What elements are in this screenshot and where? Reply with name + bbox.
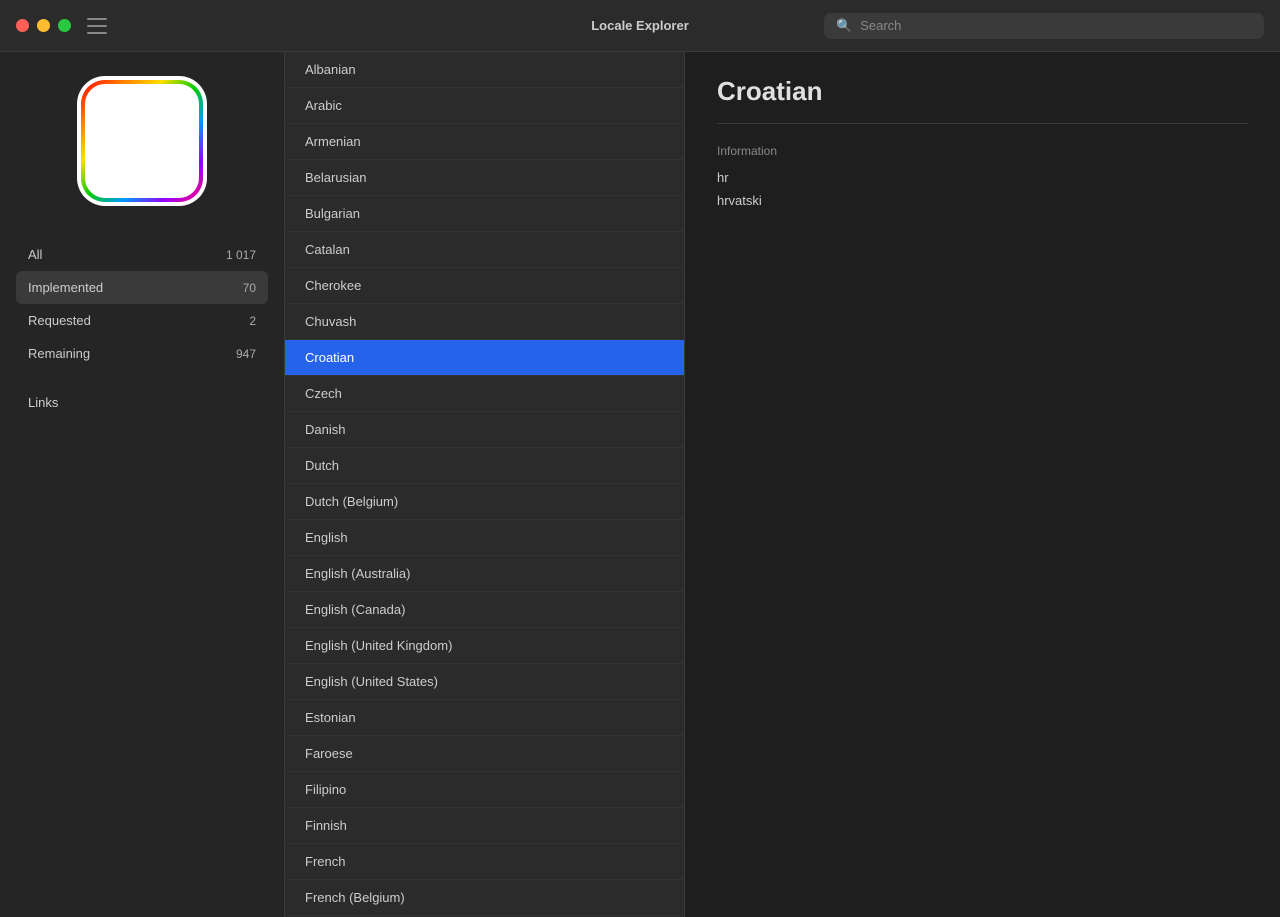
main-layout: A All 1 017 Implemented 70 Requested 2 R…	[0, 0, 1280, 917]
list-item[interactable]: Filipino	[285, 772, 684, 808]
app-title: Locale Explorer	[591, 18, 689, 33]
app-icon-inner: A	[81, 80, 203, 202]
search-container: 🔍	[824, 13, 1264, 39]
list-item[interactable]: English (United Kingdom)	[285, 628, 684, 664]
detail-section-label: Information	[717, 144, 1248, 158]
sidebar-item-all[interactable]: All 1 017	[16, 238, 268, 271]
search-input[interactable]	[860, 18, 1252, 33]
app-icon-ring	[81, 80, 203, 202]
list-item[interactable]: English	[285, 520, 684, 556]
app-icon: A	[77, 76, 207, 206]
list-item[interactable]: Estonian	[285, 700, 684, 736]
list-item[interactable]: Dutch	[285, 448, 684, 484]
maximize-button[interactable]	[58, 19, 71, 32]
list-item[interactable]: Arabic	[285, 88, 684, 124]
list-item[interactable]: Albanian	[285, 52, 684, 88]
list-item[interactable]: English (Australia)	[285, 556, 684, 592]
detail-divider	[717, 123, 1248, 124]
sidebar-item-remaining[interactable]: Remaining 947	[16, 337, 268, 370]
sidebar-item-requested[interactable]: Requested 2	[16, 304, 268, 337]
sidebar-toggle-button[interactable]	[87, 18, 107, 34]
list-item[interactable]: Catalan	[285, 232, 684, 268]
list-item[interactable]: French	[285, 844, 684, 880]
detail-code: hr	[717, 170, 1248, 185]
search-icon: 🔍	[836, 18, 852, 34]
list-item[interactable]: Belarusian	[285, 160, 684, 196]
list-item[interactable]: Chuvash	[285, 304, 684, 340]
list-item[interactable]: Croatian	[285, 340, 684, 376]
traffic-lights	[16, 19, 71, 32]
detail-title: Croatian	[717, 76, 1248, 107]
minimize-button[interactable]	[37, 19, 50, 32]
detail-panel: Croatian Information hr hrvatski	[685, 52, 1280, 917]
close-button[interactable]	[16, 19, 29, 32]
list-item[interactable]: Cherokee	[285, 268, 684, 304]
titlebar: Locale Explorer 🔍	[0, 0, 1280, 52]
list-item[interactable]: Danish	[285, 412, 684, 448]
list-item[interactable]: Armenian	[285, 124, 684, 160]
sidebar-stats: All 1 017 Implemented 70 Requested 2 Rem…	[0, 238, 284, 370]
list-item[interactable]: French (Belgium)	[285, 880, 684, 916]
list-item[interactable]: Dutch (Belgium)	[285, 484, 684, 520]
sidebar: A All 1 017 Implemented 70 Requested 2 R…	[0, 52, 285, 917]
detail-native-name: hrvatski	[717, 193, 1248, 208]
list-item[interactable]: Bulgarian	[285, 196, 684, 232]
sidebar-links: Links	[0, 378, 284, 412]
list-item[interactable]: Finnish	[285, 808, 684, 844]
sidebar-item-implemented[interactable]: Implemented 70	[16, 271, 268, 304]
list-item[interactable]: Czech	[285, 376, 684, 412]
sidebar-item-links[interactable]: Links	[28, 395, 58, 410]
list-item[interactable]: English (Canada)	[285, 592, 684, 628]
list-item[interactable]: English (United States)	[285, 664, 684, 700]
list-item[interactable]: Faroese	[285, 736, 684, 772]
language-list: AlbanianArabicArmenianBelarusianBulgaria…	[285, 52, 685, 917]
